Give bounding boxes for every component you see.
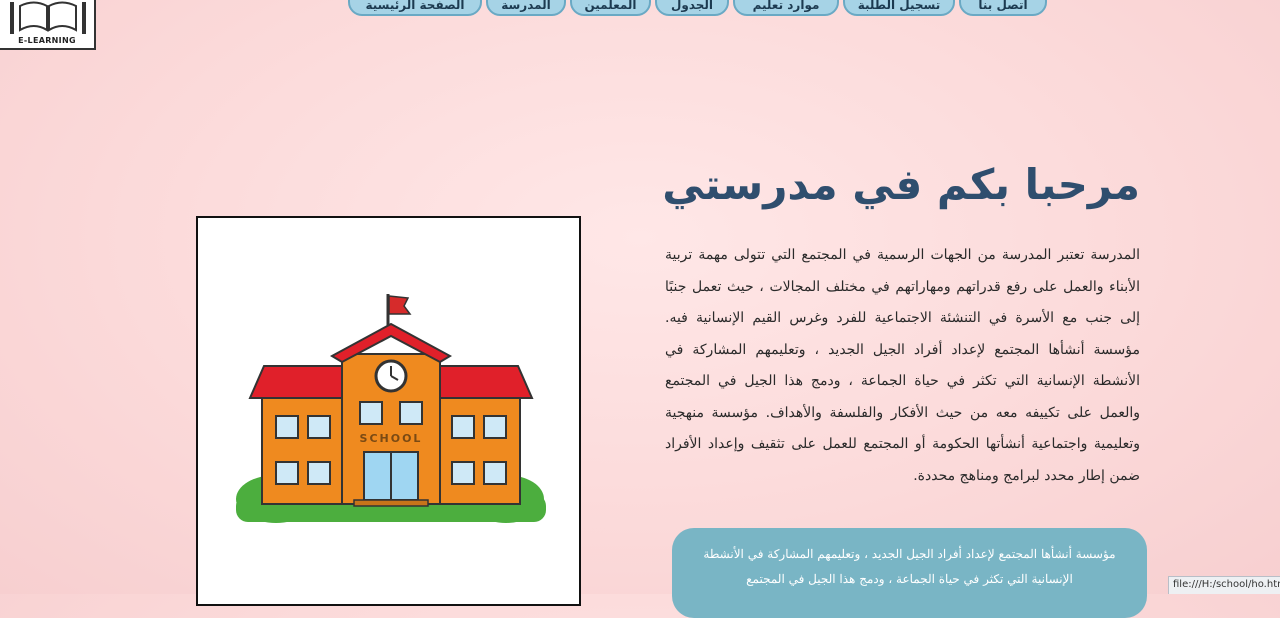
school-building-illustration: SCHOOL [236, 294, 546, 523]
nav-school[interactable]: المدرسة [486, 0, 566, 16]
status-bar-url: file:///H:/school/ho.html [1168, 576, 1280, 594]
school-sign-text: SCHOOL [360, 432, 423, 445]
nav-schedule[interactable]: الجدول [655, 0, 729, 16]
site-logo[interactable]: E-LEARNING [0, 0, 96, 50]
nav-student-registration[interactable]: تسجيل الطلبة [843, 0, 955, 16]
nav-contact[interactable]: اتصل بنا [959, 0, 1047, 16]
page-title: مرحبا بكم في مدرستي [662, 160, 1140, 209]
nav-teachers[interactable]: المعلمين [570, 0, 651, 16]
school-image-frame: SCHOOL [196, 216, 581, 606]
nav-learning-resources[interactable]: موارد تعليم [733, 0, 839, 16]
nav-home[interactable]: الصفحة الرئيسية [348, 0, 482, 16]
open-book-icon [10, 1, 86, 34]
highlight-box: مؤسسة أنشأها المجتمع لإعداد أفراد الجيل … [672, 528, 1147, 618]
logo-text: E-LEARNING [18, 36, 76, 45]
description-text: المدرسة تعتبر المدرسة من الجهات الرسمية … [665, 247, 1140, 484]
main-nav: اتصل بنا تسجيل الطلبة موارد تعليم الجدول… [348, 0, 1047, 16]
